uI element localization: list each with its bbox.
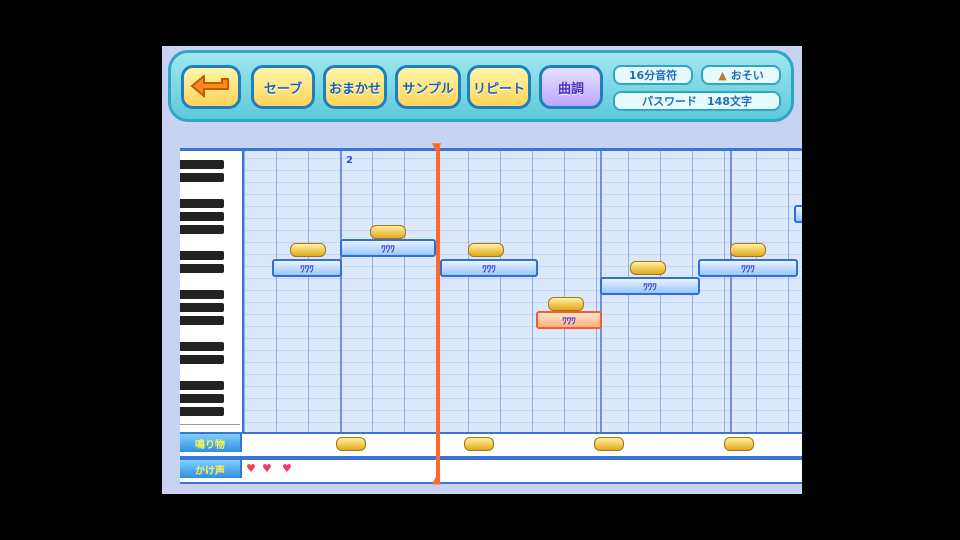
game-screen: セーブ おまかせ サンプル リピート 曲調 16分音符 ▲ おそい パスワード … xyxy=(162,46,802,494)
password-display: パスワード 148文字 xyxy=(613,91,781,111)
beat-line xyxy=(730,151,732,435)
omakase-button[interactable]: おまかせ xyxy=(323,65,387,109)
playhead-top-icon: ▼ xyxy=(432,140,442,154)
trumpet-icon xyxy=(290,243,326,257)
piano-black-key[interactable] xyxy=(180,316,224,325)
beat-line xyxy=(340,151,342,435)
piano-black-key[interactable] xyxy=(180,225,224,234)
note-length-display[interactable]: 16分音符 xyxy=(613,65,693,85)
piano-black-key[interactable] xyxy=(180,212,224,221)
note-block-partial[interactable] xyxy=(794,205,802,223)
password-label: パスワード xyxy=(642,95,698,108)
effect-rows: 鳴り物 かけ声 ♥ ♥ ♥ xyxy=(180,432,802,484)
drum-cue-icon[interactable] xyxy=(724,437,754,451)
narimono-label: 鳴り物 xyxy=(180,434,242,452)
note-grid[interactable]: 2 ﾜﾜﾜ ﾜﾜﾜ ﾜﾜﾜ ﾜﾜﾜ ﾜﾜﾜ ﾜﾜﾜ xyxy=(244,151,802,435)
playhead[interactable]: ▼ ▲ xyxy=(432,141,441,485)
back-arrow-icon xyxy=(190,75,229,99)
drum-cue-icon[interactable] xyxy=(464,437,494,451)
piano-black-key[interactable] xyxy=(180,173,224,182)
heart-icon[interactable]: ♥ xyxy=(262,463,274,474)
password-count: 148文字 xyxy=(707,95,752,108)
piano-keyboard[interactable] xyxy=(180,151,244,435)
piano-roll[interactable]: 2 ﾜﾜﾜ ﾜﾜﾜ ﾜﾜﾜ ﾜﾜﾜ ﾜﾜﾜ ﾜﾜﾜ xyxy=(180,148,802,435)
note-label: ﾜﾜﾜ xyxy=(300,264,314,275)
piano-black-key[interactable] xyxy=(180,303,224,312)
piano-black-key[interactable] xyxy=(180,264,224,273)
note-block[interactable]: ﾜﾜﾜ xyxy=(698,259,798,277)
drum-cue-icon[interactable] xyxy=(594,437,624,451)
trumpet-icon xyxy=(730,243,766,257)
note-block[interactable]: ﾜﾜﾜ xyxy=(340,239,436,257)
trumpet-icon xyxy=(468,243,504,257)
note-label: ﾜﾜﾜ xyxy=(482,264,496,275)
tempo-label: おそい xyxy=(730,69,764,82)
playhead-bottom-icon: ▲ xyxy=(432,472,442,486)
metronome-icon: ▲ xyxy=(718,68,727,82)
note-label: ﾜﾜﾜ xyxy=(562,316,576,327)
narimono-row[interactable]: 鳴り物 xyxy=(180,432,802,458)
heart-icon[interactable]: ♥ xyxy=(246,463,258,474)
measure-marker: 2 xyxy=(346,155,353,166)
piano-black-key[interactable] xyxy=(180,394,224,403)
tempo-display[interactable]: ▲ おそい xyxy=(701,65,781,85)
trumpet-icon xyxy=(630,261,666,275)
note-block[interactable]: ﾜﾜﾜ xyxy=(440,259,538,277)
piano-black-key[interactable] xyxy=(180,160,224,169)
note-block-selected[interactable]: ﾜﾜﾜ xyxy=(536,311,602,329)
note-block[interactable]: ﾜﾜﾜ xyxy=(600,277,700,295)
note-label: ﾜﾜﾜ xyxy=(381,244,395,255)
kakegoe-row[interactable]: かけ声 ♥ ♥ ♥ xyxy=(180,458,802,484)
piano-black-key[interactable] xyxy=(180,342,224,351)
heart-icon[interactable]: ♥ xyxy=(282,463,294,474)
trumpet-icon xyxy=(370,225,406,239)
save-button[interactable]: セーブ xyxy=(251,65,315,109)
sample-button[interactable]: サンプル xyxy=(395,65,461,109)
drum-cue-icon[interactable] xyxy=(336,437,366,451)
back-button[interactable] xyxy=(181,65,241,109)
key-button[interactable]: 曲調 xyxy=(539,65,603,109)
piano-black-key[interactable] xyxy=(180,381,224,390)
piano-black-key[interactable] xyxy=(180,355,224,364)
note-label: ﾜﾜﾜ xyxy=(643,282,657,293)
trumpet-icon xyxy=(548,297,584,311)
piano-black-key[interactable] xyxy=(180,199,224,208)
piano-black-key[interactable] xyxy=(180,290,224,299)
repeat-button[interactable]: リピート xyxy=(467,65,531,109)
piano-black-key[interactable] xyxy=(180,407,224,416)
note-label: ﾜﾜﾜ xyxy=(741,264,755,275)
note-block[interactable]: ﾜﾜﾜ xyxy=(272,259,342,277)
piano-black-key[interactable] xyxy=(180,251,224,260)
kakegoe-label: かけ声 xyxy=(180,460,242,478)
toolbar: セーブ おまかせ サンプル リピート 曲調 16分音符 ▲ おそい パスワード … xyxy=(168,50,794,122)
